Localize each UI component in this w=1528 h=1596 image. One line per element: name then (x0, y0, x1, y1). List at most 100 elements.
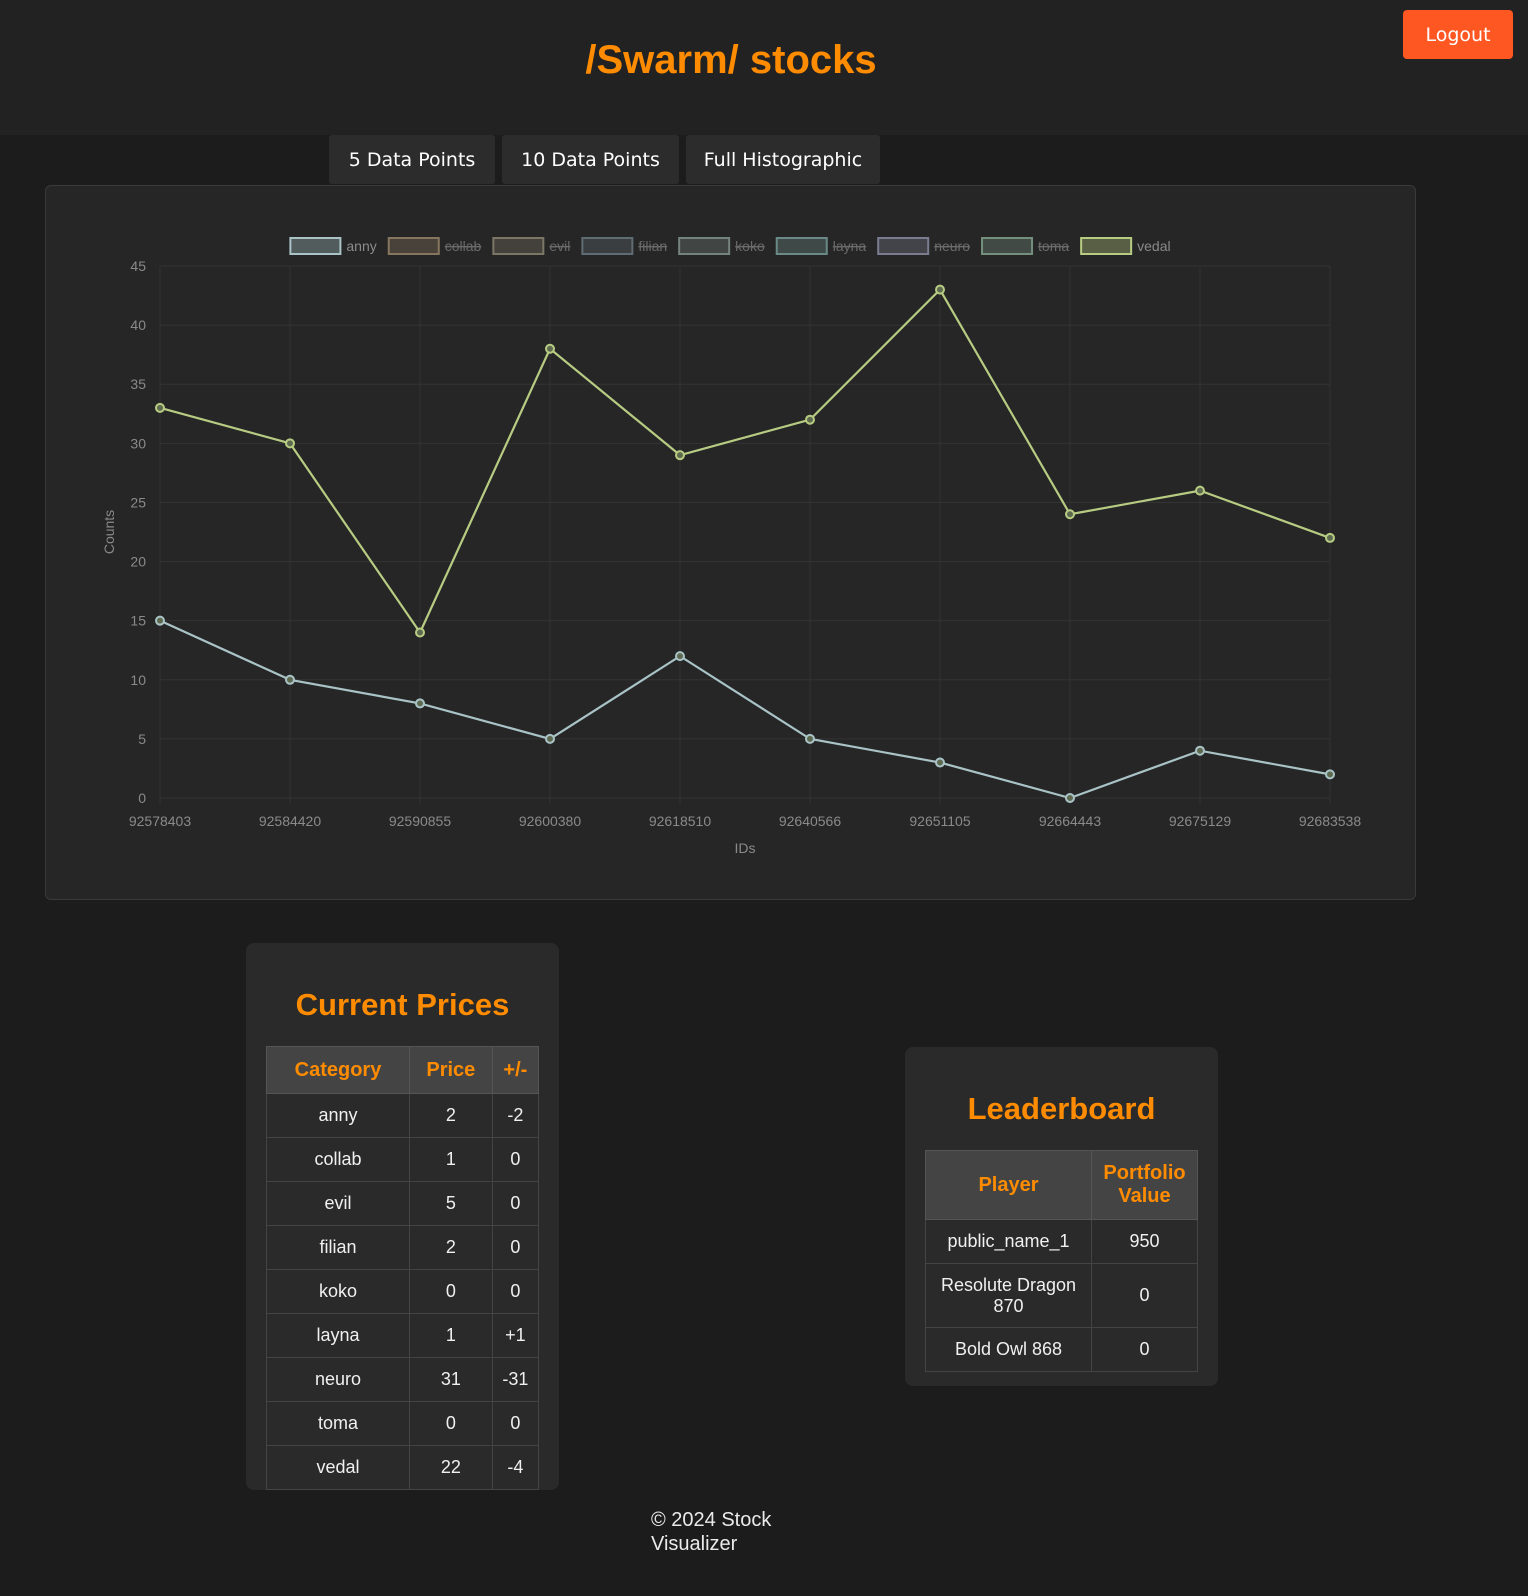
x-tick-label: 92640566 (779, 813, 842, 829)
footer-copyright: © 2024 Stock Visualizer (651, 1509, 772, 1555)
data-point-vedal (675, 450, 685, 461)
current-prices-table: Category Price +/- anny 2 -2 collab 1 0 evil… (266, 1046, 540, 1490)
current-prices-card: Current Prices Category Price +/- anny 2-… (246, 943, 559, 1490)
portfolio-value-cell: 0 (1091, 1327, 1198, 1372)
column-header-portfolio-value: Portfolio Value (1091, 1150, 1198, 1220)
x-tick-label: 92651105 (909, 813, 970, 829)
legend-label-vedal: vedal (1137, 238, 1170, 254)
data-point-anny (805, 733, 815, 744)
current-prices-title: Current Prices (295, 987, 510, 1022)
price-cell: 22 (408, 1445, 493, 1490)
data-point-anny (1065, 793, 1075, 803)
x-tick-label: 92664443 (1039, 813, 1102, 829)
legend-swatch-neuro (877, 237, 930, 255)
column-header-player: Player (925, 1150, 1092, 1220)
price-cell: 2 (408, 1093, 493, 1138)
column-header-category: Category (266, 1046, 410, 1094)
full-histographic-button[interactable]: Full Histographic (686, 135, 880, 184)
price-cell: 0 (408, 1401, 493, 1446)
legend-swatch-anny (289, 237, 342, 255)
category-cell: evil (266, 1181, 410, 1226)
series-line-vedal (159, 287, 1331, 635)
category-cell: koko (266, 1269, 410, 1314)
x-tick-label: 92600380 (519, 813, 582, 829)
data-point-anny (545, 733, 555, 744)
x-tick-label: 92578403 (129, 813, 192, 829)
change-cell: 0 (491, 1181, 540, 1226)
y-tick-label: 20 (130, 554, 146, 570)
legend-swatch-collab (387, 237, 440, 255)
column-header-change: +/- (491, 1046, 540, 1094)
legend-swatch-toma (981, 237, 1034, 255)
data-point-anny (155, 615, 165, 626)
legend-label-toma: toma (1038, 238, 1069, 254)
data-point-vedal (545, 343, 555, 354)
table-row: public_name_1 950 (925, 1219, 1198, 1264)
x-axis-title: IDs (735, 840, 756, 856)
page-title: /Swarm/ stocks (585, 38, 877, 82)
change-cell: 0 (491, 1225, 540, 1270)
data-point-vedal (935, 284, 945, 295)
x-tick-label: 92590855 (389, 813, 452, 829)
y-tick-label: 45 (130, 258, 146, 274)
column-header-price: Price (408, 1046, 493, 1094)
chart-card: 0 5 10 15 20 25 30 35 40 45 92578403 92584420 925908… (45, 185, 1416, 900)
category-cell: layna (266, 1313, 410, 1358)
change-cell: -2 (491, 1093, 540, 1138)
line-chart: 0 5 10 15 20 25 30 35 40 45 92578403 92584420 925908… (101, 237, 1362, 856)
x-tick-label: 92618510 (649, 813, 712, 829)
ten-data-points-button[interactable]: 10 Data Points (502, 135, 679, 184)
legend-swatch-filian (581, 237, 634, 255)
data-point-vedal (285, 438, 295, 449)
data-point-anny (1195, 745, 1205, 756)
header-bar: /Swarm/ stocks (0, 0, 1528, 135)
leaderboard-card: Leaderboard Player Portfolio Value publi… (905, 1047, 1218, 1386)
table-row: Resolute Dragon 870 0 (925, 1263, 1198, 1328)
table-row: filian 2 0 (266, 1225, 540, 1270)
price-cell: 0 (408, 1269, 493, 1314)
y-tick-label: 0 (138, 790, 146, 806)
change-cell: 0 (491, 1269, 540, 1314)
legend-label-anny: anny (346, 238, 376, 254)
data-point-anny (1325, 769, 1335, 780)
table-row: layna 1 +1 (266, 1313, 540, 1358)
legend-label-collab: collab (445, 238, 482, 254)
x-tick-label: 92683538 (1299, 813, 1362, 829)
price-cell: 2 (408, 1225, 493, 1270)
category-cell: anny (266, 1093, 410, 1138)
portfolio-value-cell: 0 (1091, 1263, 1198, 1328)
category-cell: neuro (266, 1357, 410, 1402)
table-row: neuro 31 -31 (266, 1357, 540, 1402)
player-cell: public_name_1 (925, 1219, 1092, 1264)
change-cell: 0 (491, 1137, 540, 1182)
y-tick-label: 15 (130, 613, 146, 629)
five-data-points-button[interactable]: 5 Data Points (329, 135, 495, 184)
leaderboard-table: Player Portfolio Value public_name_1 950 … (925, 1150, 1198, 1372)
table-row: vedal 22 -4 (266, 1445, 540, 1490)
change-cell: +1 (491, 1313, 540, 1358)
table-row: collab 1 0 (266, 1137, 540, 1182)
legend-swatch-evil (492, 237, 545, 255)
category-cell: filian (266, 1225, 410, 1270)
change-cell: -31 (491, 1357, 540, 1402)
table-row: koko 0 0 (266, 1269, 540, 1314)
category-cell: collab (266, 1137, 410, 1182)
table-header-row: Player Portfolio Value (925, 1150, 1198, 1220)
x-tick-label: 92675129 (1169, 813, 1232, 829)
category-cell: vedal (266, 1445, 410, 1490)
change-cell: 0 (491, 1401, 540, 1446)
price-cell: 31 (408, 1357, 493, 1402)
data-point-vedal (155, 402, 165, 413)
legend-label-koko: koko (735, 238, 765, 254)
data-point-anny (675, 651, 685, 662)
logout-button[interactable]: Logout (1403, 10, 1513, 59)
player-cell: Resolute Dragon 870 (925, 1263, 1092, 1328)
portfolio-value-cell: 950 (1091, 1219, 1198, 1264)
legend-swatch-vedal (1080, 237, 1133, 255)
category-cell: toma (266, 1401, 410, 1446)
change-cell: -4 (491, 1445, 540, 1490)
table-header-row: Category Price +/- (266, 1046, 540, 1094)
legend-label-filian: filian (638, 238, 667, 254)
table-row: evil 5 0 (266, 1181, 540, 1226)
data-point-vedal (1195, 485, 1205, 496)
